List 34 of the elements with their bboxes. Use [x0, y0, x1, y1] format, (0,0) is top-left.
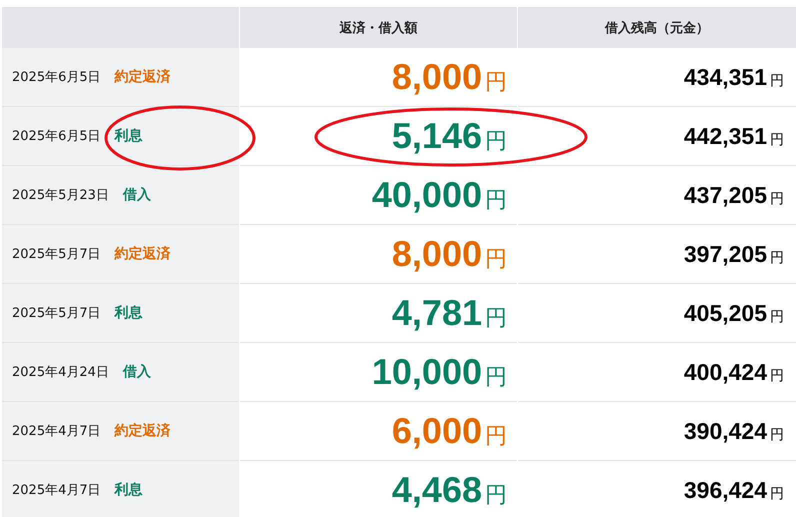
column-header: 借入残高（元金）	[518, 7, 796, 48]
transaction-type: 約定返済	[114, 422, 171, 440]
transaction-type: 利息	[114, 127, 143, 145]
amount-text: 40,000 円	[372, 174, 507, 216]
column-header: 返済・借入額	[240, 7, 517, 48]
date-text: 2025年6月5日	[12, 128, 101, 145]
date-text: 2025年4月7日	[12, 423, 101, 440]
balance-text: 434,351 円	[684, 64, 784, 90]
date-text: 2025年6月5日	[12, 69, 101, 86]
amount-text: 8,000 円	[392, 233, 507, 275]
transaction-type: 約定返済	[114, 245, 171, 263]
date-text: 2025年4月24日	[12, 364, 109, 381]
amount-text: 6,000 円	[392, 410, 507, 452]
transaction-type: 約定返済	[114, 68, 171, 86]
transaction-type: 借入	[122, 363, 151, 381]
transaction-type: 借入	[122, 186, 151, 204]
date-text: 2025年5月23日	[12, 187, 109, 204]
transaction-type: 利息	[114, 304, 143, 322]
balance-text: 396,424 円	[684, 476, 784, 504]
balance-text: 397,205 円	[684, 240, 784, 268]
amount-text: 8,000 円	[392, 56, 507, 98]
date-text: 2025年4月7日	[12, 482, 101, 499]
balance-text: 390,424 円	[684, 418, 784, 444]
balance-text: 437,205 円	[684, 182, 784, 208]
date-text: 2025年5月7日	[12, 305, 101, 322]
amount-text: 10,000 円	[372, 351, 507, 393]
balance-text: 405,205 円	[684, 300, 784, 326]
balance-text: 400,424 円	[684, 358, 784, 386]
amount-text: 5,146 円	[392, 115, 507, 157]
amount-text: 4,781 円	[392, 292, 507, 334]
transaction-type: 利息	[114, 481, 143, 499]
date-text: 2025年5月7日	[12, 246, 101, 263]
balance-text: 442,351 円	[684, 122, 784, 150]
amount-text: 4,468 円	[392, 469, 507, 511]
